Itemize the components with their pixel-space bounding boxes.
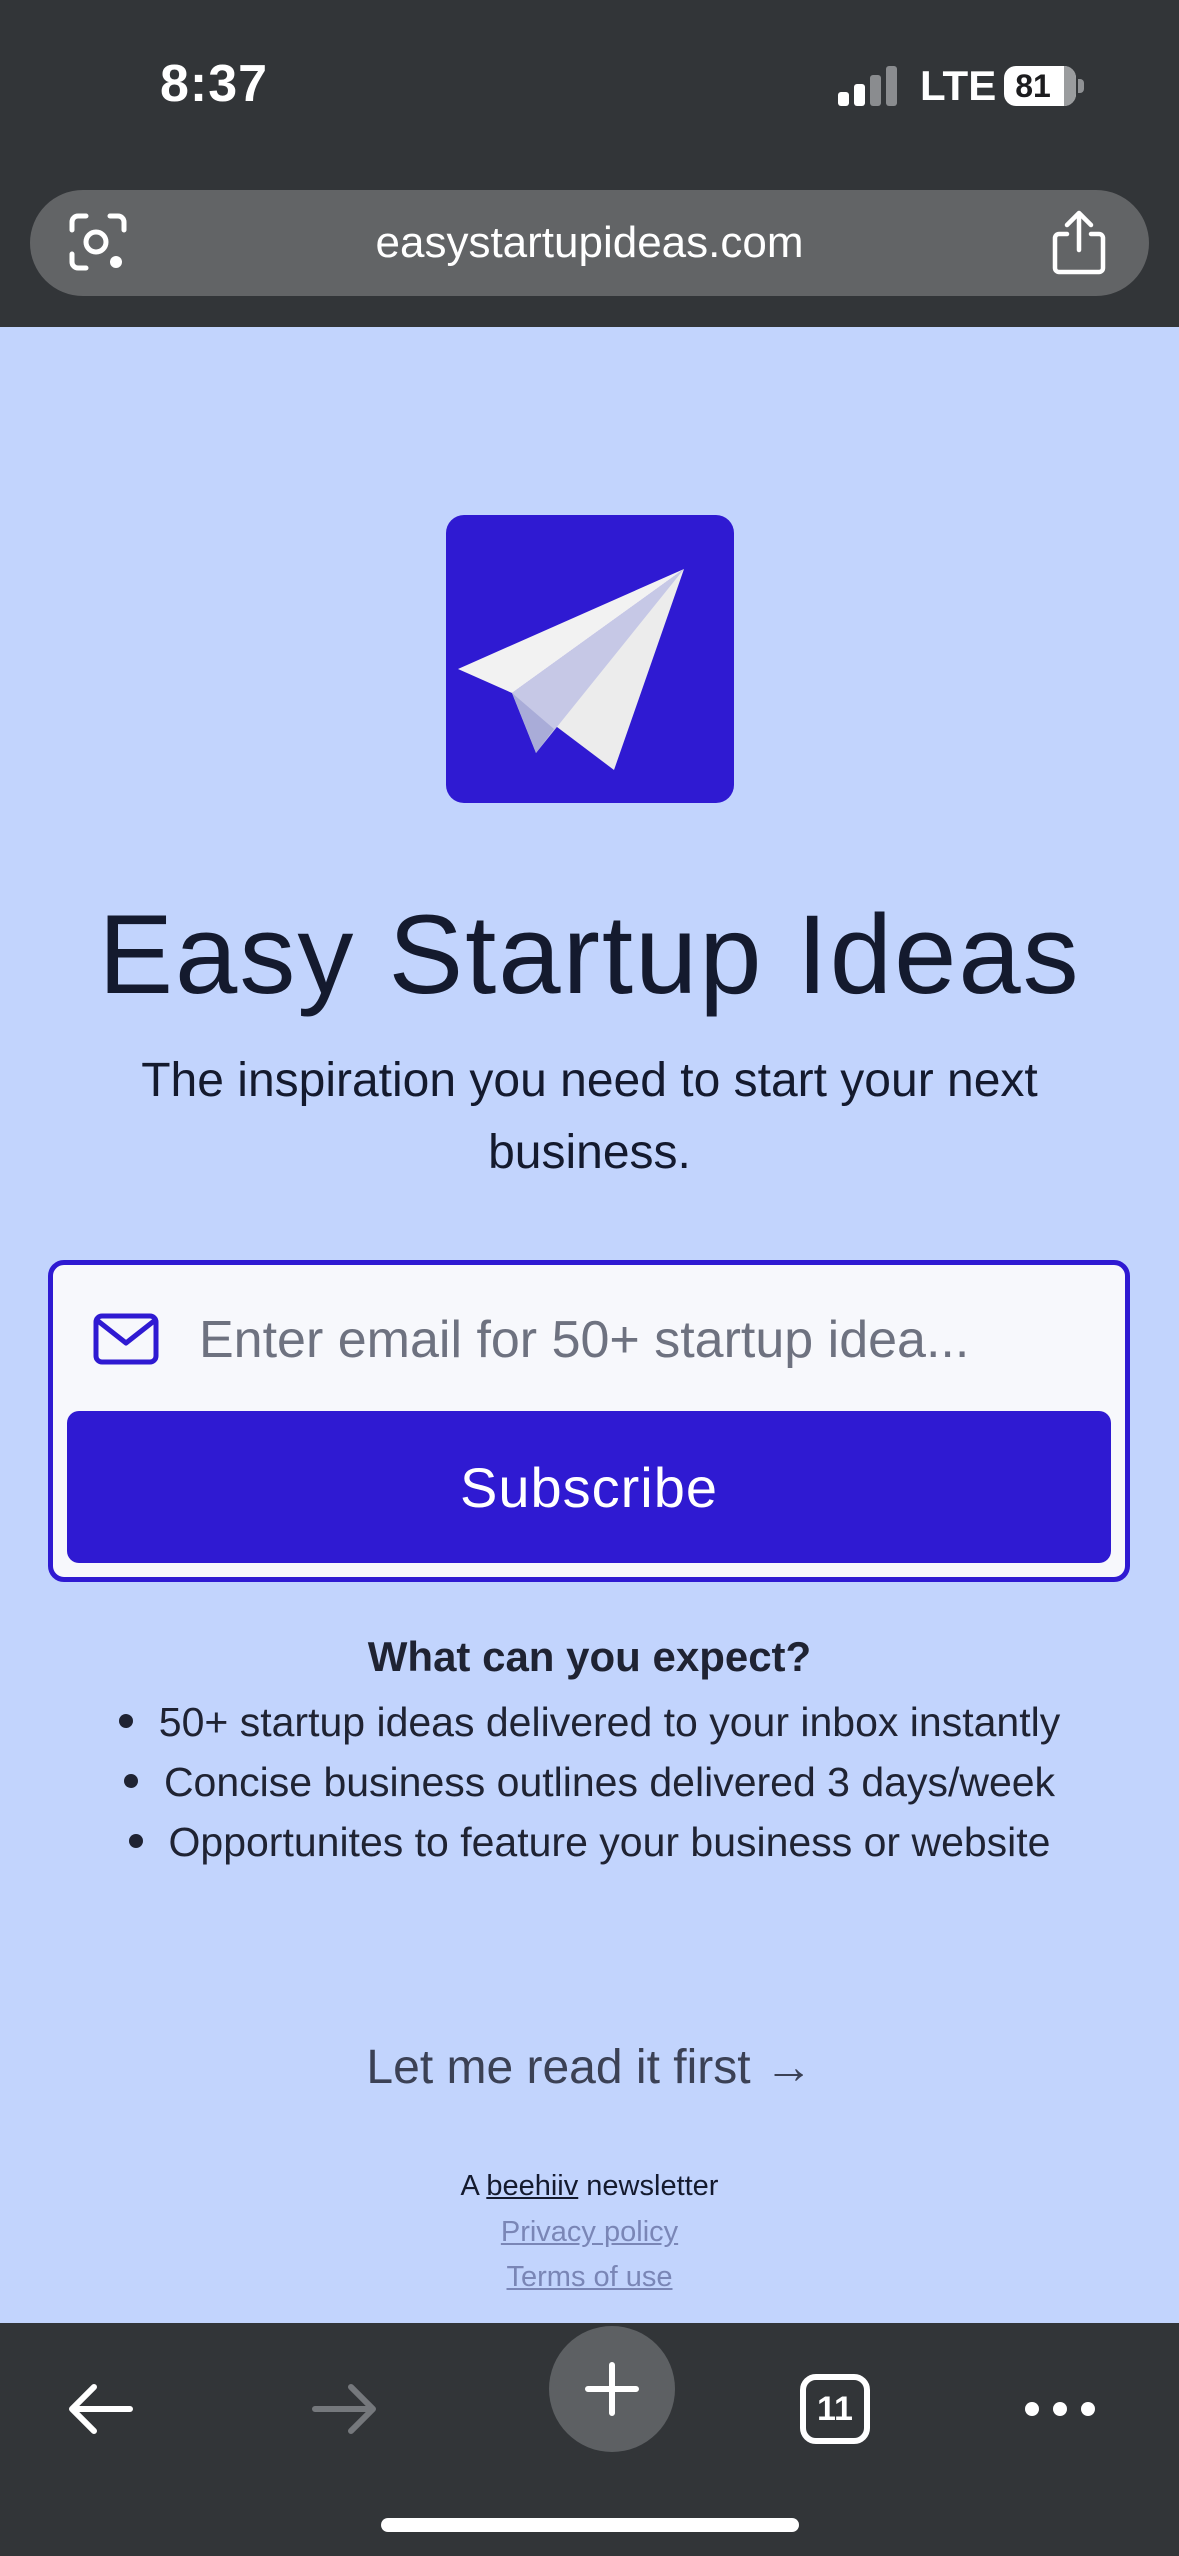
battery-icon: 81 — [1004, 66, 1076, 106]
camera-lens-icon[interactable] — [66, 210, 130, 274]
expect-list: 50+ startup ideas delivered to your inbo… — [0, 1692, 1179, 1872]
read-first-link[interactable]: Let me read it first → — [0, 2040, 1179, 2095]
list-item: Concise business outlines delivered 3 da… — [0, 1752, 1179, 1812]
network-type: LTE — [920, 62, 997, 109]
list-item-text: Concise business outlines delivered 3 da… — [163, 1759, 1056, 1805]
bullet-icon — [128, 1834, 143, 1849]
plus-icon — [585, 2362, 639, 2416]
credit-prefix: A — [460, 2170, 479, 2202]
url-text[interactable]: easystartupideas.com — [150, 190, 1029, 296]
browser-top-chrome: 8:37 LTE 81 easystartupideas.com — [0, 0, 1179, 327]
newsletter-credit: A beehiiv newsletter — [0, 2170, 1179, 2203]
back-arrow-icon — [69, 2384, 133, 2434]
list-item-text: 50+ startup ideas delivered to your inbo… — [158, 1699, 1061, 1745]
beehiiv-link[interactable]: beehiiv — [486, 2170, 578, 2202]
page-title: Easy Startup Ideas — [98, 892, 1081, 1017]
forward-arrow-icon — [312, 2384, 376, 2434]
privacy-policy-link[interactable]: Privacy policy — [0, 2216, 1179, 2249]
battery-level: 81 — [1015, 68, 1051, 104]
new-tab-circle — [549, 2326, 675, 2452]
page-subtitle: The inspiration you need to start your n… — [141, 1054, 1038, 1179]
arrow-right-icon: → — [764, 2041, 813, 2094]
status-time: 8:37 — [160, 55, 269, 113]
read-first-label: Let me read it first — [366, 2041, 751, 2094]
bullet-icon — [123, 1774, 138, 1789]
more-dots-icon — [1025, 2402, 1095, 2416]
email-input[interactable] — [199, 1295, 1099, 1385]
credit-suffix: newsletter — [586, 2170, 719, 2202]
address-bar[interactable]: easystartupideas.com — [30, 190, 1149, 296]
forward-button[interactable] — [295, 2359, 395, 2459]
list-item-text: Opportunites to feature your business or… — [168, 1819, 1051, 1865]
list-item: 50+ startup ideas delivered to your inbo… — [0, 1692, 1179, 1752]
signal-bars-icon — [838, 66, 897, 106]
paper-plane-icon — [446, 515, 734, 803]
back-button[interactable] — [50, 2359, 150, 2459]
tabs-button[interactable]: 11 — [785, 2359, 885, 2459]
tab-count: 11 — [800, 2374, 870, 2444]
list-item: Opportunites to feature your business or… — [0, 1812, 1179, 1872]
battery-empty-segment — [1064, 66, 1076, 106]
expect-heading: What can you expect? — [367, 1633, 812, 1680]
email-row — [53, 1265, 1125, 1415]
bullet-icon — [118, 1714, 133, 1729]
battery-cap — [1078, 79, 1084, 93]
mail-icon — [93, 1313, 159, 1365]
signup-form: Subscribe — [48, 1260, 1130, 1582]
share-icon[interactable] — [1047, 208, 1111, 276]
new-tab-button[interactable] — [535, 2325, 689, 2453]
terms-of-use-link[interactable]: Terms of use — [0, 2261, 1179, 2294]
subscribe-button[interactable]: Subscribe — [67, 1411, 1111, 1563]
more-button[interactable] — [1010, 2359, 1110, 2459]
home-indicator[interactable] — [381, 2518, 799, 2532]
